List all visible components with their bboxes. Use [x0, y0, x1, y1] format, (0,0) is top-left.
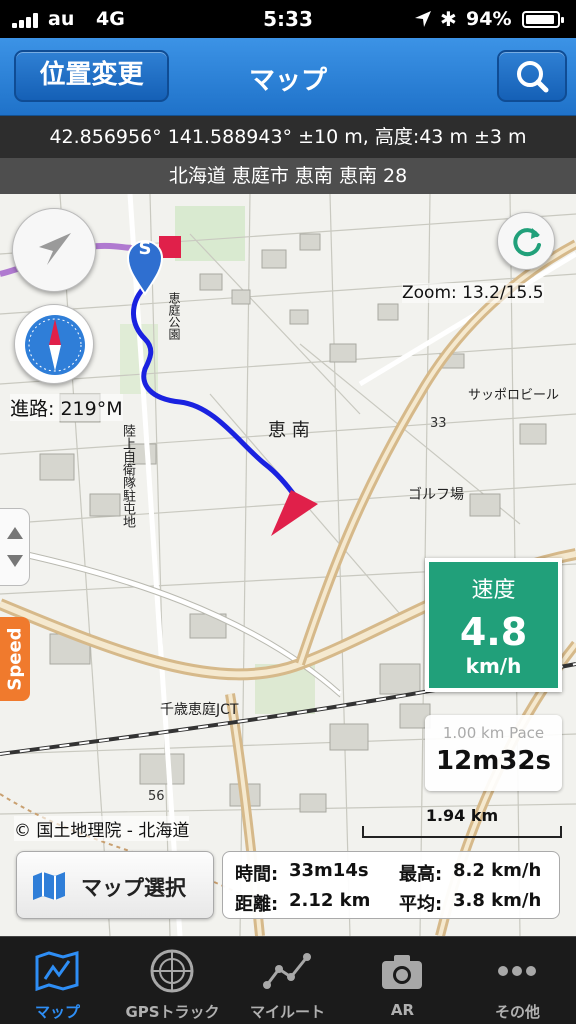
location-arrow-icon [39, 233, 71, 265]
speed-tab-label: Speed [4, 627, 26, 691]
coordinates-bar: 42.856956° 141.588943° ±10 m, 高度:43 m ±3… [0, 116, 576, 158]
map-select-button[interactable]: マップ選択 [16, 851, 214, 919]
tab-my-route-label: マイルート [249, 1003, 325, 1021]
map-label-camp: 陸上自衛隊駐屯地 [120, 424, 135, 528]
speed-unit: km/h [465, 654, 522, 678]
tab-my-route[interactable]: マイルート [230, 937, 345, 1024]
tab-bar: マップ GPSトラック マイルート AR その他 [0, 936, 576, 1024]
pace-panel: 1.00 km Pace 12m32s [425, 715, 562, 791]
tab-more-label: その他 [494, 1003, 540, 1021]
map-view[interactable]: S 恵 南 ゴルフ場 サッポロビール 千歳恵庭JCT 恵庭公園 陸上自衛隊駐屯地… [0, 194, 576, 936]
speed-panel: 速度 4.8 km/h [425, 558, 562, 692]
refresh-icon [513, 228, 541, 257]
address-bar: 北海道 恵庭市 恵南 恵南 28 [0, 158, 576, 194]
track-stats-panel: 時間: 33m14s 最高: 8.2 km/h 距離: 2.12 km 平均: … [222, 851, 560, 919]
location-mode-button[interactable] [12, 208, 96, 292]
distance-label: 距離: [235, 894, 279, 915]
route-icon [263, 953, 311, 989]
avg-speed-label: 平均: [399, 894, 443, 915]
status-bar: au 4G 5:33 ✱ 94% [0, 0, 576, 38]
map-icon [35, 951, 79, 992]
page-title: マップ [248, 66, 327, 96]
up-down-icon [7, 527, 23, 567]
refresh-button[interactable] [497, 212, 555, 270]
map-label-park: 恵庭公園 [167, 292, 181, 340]
radar-icon [150, 949, 194, 993]
zoom-label: Zoom: 13.2/15.5 [402, 283, 544, 303]
tab-gps-track-label: GPSトラック [125, 1003, 220, 1021]
compass-button[interactable] [14, 304, 94, 384]
search-icon [517, 61, 549, 93]
pace-value: 12m32s [436, 746, 551, 776]
map-label-district: 恵 南 [268, 420, 310, 441]
tab-map[interactable]: マップ [0, 937, 115, 1024]
search-button[interactable] [497, 50, 567, 102]
camera-icon [382, 955, 422, 989]
tab-map-label: マップ [34, 1003, 80, 1021]
map-label-56: 56 [148, 789, 165, 804]
location-services-icon [415, 11, 431, 27]
battery-icon [522, 11, 564, 28]
map-select-label: マップ選択 [81, 876, 186, 900]
scale-label: 1.94 km [425, 806, 499, 825]
scale-bar [362, 826, 562, 838]
more-icon [498, 966, 536, 976]
panel-toggle-control[interactable] [0, 508, 30, 586]
map-label-beer: サッポロビール [468, 388, 560, 403]
max-speed-label: 最高: [399, 864, 443, 885]
copyright-label: © 国土地理院 - 北海道 [14, 816, 190, 841]
compass-icon [25, 315, 85, 375]
time-label: 時間: [235, 864, 279, 885]
map-icon [33, 872, 65, 900]
speed-label: 速度 [471, 578, 516, 603]
tab-more[interactable]: その他 [460, 937, 575, 1024]
nav-bar: 位置変更 マップ [0, 38, 576, 116]
distance-value: 2.12 km [289, 890, 371, 911]
max-speed-value: 8.2 km/h [453, 860, 542, 881]
course-label: 進路: 219°M [10, 394, 123, 421]
tab-ar[interactable]: AR [345, 937, 460, 1024]
battery-percent: 94% [466, 8, 512, 30]
map-label-jct: 千歳恵庭JCT [160, 702, 239, 718]
pace-label: 1.00 km Pace [442, 724, 545, 742]
avg-speed-value: 3.8 km/h [453, 890, 542, 911]
map-label-33: 33 [430, 416, 447, 431]
start-marker-label: S [138, 238, 152, 259]
speed-value: 4.8 [459, 610, 528, 654]
tab-gps-track[interactable]: GPSトラック [115, 937, 230, 1024]
time-value: 33m14s [289, 860, 369, 881]
bluetooth-icon: ✱ [440, 7, 457, 31]
tab-ar-label: AR [390, 1001, 415, 1019]
map-label-golf: ゴルフ場 [408, 487, 464, 503]
speed-tab[interactable]: Speed [0, 617, 30, 701]
